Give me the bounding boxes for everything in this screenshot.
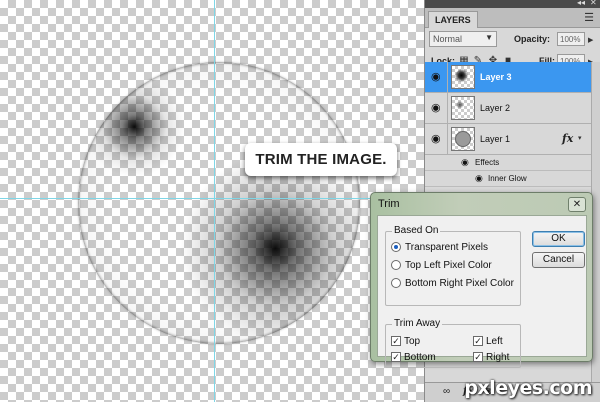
radio-button[interactable] [391, 278, 401, 288]
blend-mode-select[interactable]: Normal ▼ [429, 31, 497, 47]
inner-glow-label: Inner Glow [488, 174, 527, 183]
instruction-callout: TRIM THE IMAGE. [245, 143, 397, 176]
close-panel-icon[interactable]: ✕ [590, 0, 597, 7]
cancel-button[interactable]: Cancel [532, 252, 585, 268]
checkbox-checked-icon[interactable]: ✓ [391, 352, 401, 362]
radio-transparent-pixels[interactable]: Transparent Pixels [391, 240, 488, 254]
based-on-legend: Based On [392, 225, 441, 236]
collapse-icon[interactable]: ◂◂ [577, 0, 585, 7]
trim-away-legend: Trim Away [392, 318, 443, 329]
dialog-title: Trim [378, 198, 400, 210]
layer-thumbnail [451, 96, 475, 120]
effects-label: Effects [475, 158, 500, 167]
trim-away-group: Trim Away ✓ Top ✓ Bottom ✓ Left ✓ Right [385, 318, 521, 368]
layer-row-layer-3[interactable]: ◉ Layer 3 [425, 62, 591, 93]
panel-tab-row: LAYERS ☰ [425, 8, 600, 28]
radio-label: Bottom Right Pixel Color [405, 277, 514, 289]
close-icon: ✕ [572, 199, 582, 210]
checkbox-label: Left [486, 335, 503, 347]
checkbox-checked-icon[interactable]: ✓ [391, 336, 401, 346]
radio-label: Top Left Pixel Color [405, 259, 492, 271]
checkbox-left[interactable]: ✓ Left [473, 334, 503, 348]
checkbox-right[interactable]: ✓ Right [473, 350, 509, 364]
chevron-down-icon: ▼ [485, 33, 493, 42]
opacity-label: Opacity: [514, 34, 551, 44]
dialog-body: Based On Transparent Pixels Top Left Pix… [377, 215, 587, 368]
visibility-eye-icon[interactable]: ◉ [431, 133, 443, 145]
layer-row-layer-2[interactable]: ◉ Layer 2 [425, 93, 591, 124]
panel-menu-icon[interactable]: ☰ [584, 11, 594, 24]
opacity-arrow-icon[interactable]: ▶ [588, 36, 593, 44]
opacity-value: 100% [560, 35, 581, 44]
divider [447, 62, 448, 93]
visibility-eye-icon[interactable]: ◉ [461, 157, 469, 168]
blend-mode-value: Normal [433, 34, 463, 44]
layer-row-layer-1[interactable]: ◉ Layer 1 fx ▾ [425, 124, 591, 155]
link-layers-icon[interactable]: ∞ [443, 386, 450, 397]
tab-layers[interactable]: LAYERS [428, 11, 478, 28]
radio-button[interactable] [391, 242, 401, 252]
checkbox-checked-icon[interactable]: ✓ [473, 336, 483, 346]
checkbox-checked-icon[interactable]: ✓ [473, 352, 483, 362]
checkbox-bottom[interactable]: ✓ Bottom [391, 350, 436, 364]
radio-label: Transparent Pixels [405, 241, 488, 253]
divider [447, 124, 448, 155]
radio-top-left-pixel-color[interactable]: Top Left Pixel Color [391, 258, 492, 272]
visibility-eye-icon[interactable]: ◉ [431, 102, 443, 114]
close-button[interactable]: ✕ [568, 197, 586, 212]
radio-bottom-right-pixel-color[interactable]: Bottom Right Pixel Color [391, 276, 514, 290]
sphere-image [78, 62, 360, 344]
checkbox-label: Bottom [404, 351, 436, 363]
ok-button[interactable]: OK [532, 231, 585, 247]
checkbox-label: Right [486, 351, 510, 363]
thumbnail-content [455, 69, 471, 85]
opacity-field[interactable]: 100% [557, 32, 585, 46]
visibility-eye-icon[interactable]: ◉ [431, 71, 443, 83]
layer-thumbnail [451, 65, 475, 89]
inner-glow-row[interactable]: ◉ Inner Glow [425, 171, 591, 187]
based-on-group: Based On Transparent Pixels Top Left Pix… [385, 225, 521, 306]
callout-text: TRIM THE IMAGE. [255, 151, 387, 168]
thumbnail-content [455, 100, 471, 116]
divider [447, 93, 448, 124]
effects-row[interactable]: ◉ Effects [425, 155, 591, 171]
chevron-down-icon[interactable]: ▾ [578, 134, 582, 142]
layer-thumbnail [451, 127, 475, 151]
checkbox-label: Top [404, 335, 421, 347]
blend-row: Normal ▼ Opacity: 100% ▶ [425, 28, 600, 50]
layer-name: Layer 3 [480, 72, 512, 82]
fx-icon[interactable]: fx [562, 132, 573, 145]
visibility-eye-icon[interactable]: ◉ [475, 173, 483, 184]
vertical-guide[interactable] [214, 0, 215, 402]
thumbnail-content [455, 131, 471, 147]
trim-dialog: Trim ✕ Based On Transparent Pixels Top L… [370, 192, 593, 368]
layer-name: Layer 2 [480, 103, 511, 113]
panel-title-bar: ◂◂ ✕ [425, 0, 600, 8]
watermark: pxleyes.com [464, 377, 592, 399]
layer-name: Layer 1 [480, 134, 511, 144]
checkbox-top[interactable]: ✓ Top [391, 334, 420, 348]
radio-button[interactable] [391, 260, 401, 270]
